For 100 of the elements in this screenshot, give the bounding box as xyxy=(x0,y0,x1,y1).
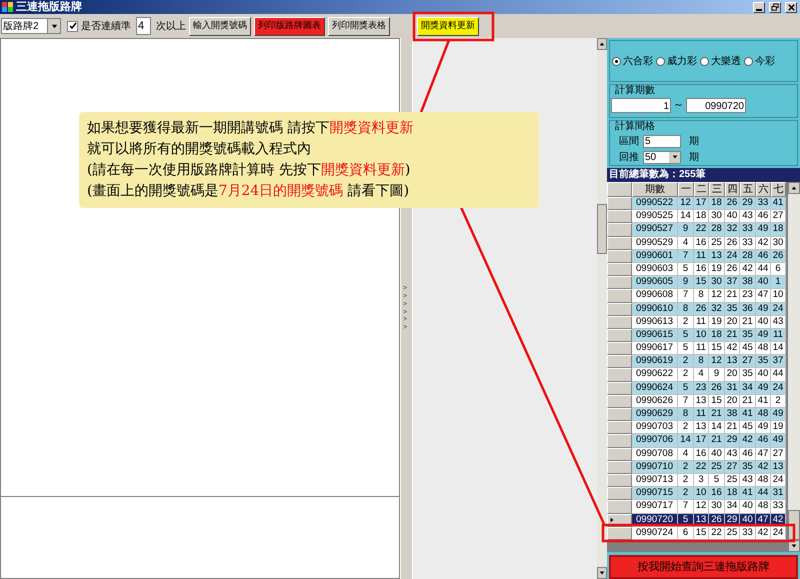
table-cell: 0990525 xyxy=(632,210,678,224)
table-cell: 27 xyxy=(771,448,786,461)
table-cell: 32 xyxy=(725,223,740,237)
table-cell: 24 xyxy=(771,474,786,488)
table-cell: 27 xyxy=(771,210,786,224)
range-separator: ～ xyxy=(673,98,684,113)
table-cell: 5 xyxy=(678,328,694,342)
count-field[interactable]: 4 xyxy=(136,17,151,35)
table-cell: 49 xyxy=(756,421,771,434)
dropdown-button[interactable] xyxy=(47,19,60,33)
field-label: 回推 xyxy=(619,150,639,164)
count-dropdown[interactable]: 50 xyxy=(643,150,681,164)
table-cell: 0990708 xyxy=(632,448,678,461)
table-cell: 44 xyxy=(771,368,786,382)
table-cell: 28 xyxy=(740,250,756,263)
table-cell: 13 xyxy=(694,421,709,434)
table-cell: 11 xyxy=(694,408,709,422)
table-cell: 20 xyxy=(725,316,740,329)
table-cell: 2 xyxy=(678,316,694,329)
table-cell: 31 xyxy=(771,487,786,500)
scroll-up-button[interactable] xyxy=(788,182,800,194)
restore-button[interactable] xyxy=(769,2,781,12)
to-field[interactable]: 0990720 xyxy=(686,98,746,113)
radio-button[interactable] xyxy=(612,56,621,66)
table-cell: 15 xyxy=(709,342,725,356)
table-cell: 49 xyxy=(756,382,771,395)
caret-icon xyxy=(672,154,678,160)
table-cell: 0990610 xyxy=(632,302,678,316)
table-cell: 33 xyxy=(740,223,756,237)
table-cell: 20 xyxy=(725,368,740,382)
table-cell: 22 xyxy=(694,223,709,237)
minimize-button[interactable] xyxy=(753,2,765,12)
table-cell: 3 xyxy=(694,474,709,488)
table-cell: 26 xyxy=(694,302,709,316)
radio-label: 大樂透 xyxy=(711,54,741,68)
table-cell: 4 xyxy=(678,236,694,250)
table-cell: 46 xyxy=(756,250,771,263)
close-icon xyxy=(786,2,796,12)
toolbar-button[interactable]: 輸入開獎號碼 xyxy=(189,16,251,36)
table-cell: 26 xyxy=(771,250,786,263)
row-header xyxy=(607,316,632,329)
table-cell: 0990706 xyxy=(632,434,678,448)
table-cell: 43 xyxy=(740,474,756,488)
query-button[interactable]: 按我開始查詢三連拖版路牌 xyxy=(609,555,798,579)
row-header xyxy=(607,434,632,448)
column-header: 六 xyxy=(756,182,771,197)
table-cell: 14 xyxy=(771,342,786,356)
radio-button[interactable] xyxy=(744,56,753,66)
table-cell: 4 xyxy=(678,448,694,461)
restore-icon xyxy=(770,2,780,12)
table-cell: 42 xyxy=(756,236,771,250)
from-field[interactable]: 1 xyxy=(611,98,671,113)
table-cell: 21 xyxy=(740,316,756,329)
checkbox[interactable] xyxy=(67,20,78,32)
toolbar-button[interactable]: 開獎資料更新 xyxy=(417,16,479,36)
close-button[interactable] xyxy=(785,2,797,12)
table-cell: 6 xyxy=(771,262,786,276)
table-cell: 22 xyxy=(709,526,725,540)
table-cell: 8 xyxy=(694,355,709,368)
column-header: 七 xyxy=(771,182,786,197)
table-cell: 49 xyxy=(771,408,786,422)
row-header xyxy=(607,197,632,210)
scroll-down-button[interactable] xyxy=(597,567,607,579)
interval-field[interactable]: 5 xyxy=(643,134,681,148)
row-header xyxy=(607,210,632,224)
dropdown-button[interactable] xyxy=(669,152,680,162)
radio-button[interactable] xyxy=(656,56,665,66)
table-cell: 49 xyxy=(771,434,786,448)
table-cell: 7 xyxy=(678,500,694,514)
table-cell: 16 xyxy=(694,262,709,276)
row-header xyxy=(607,382,632,395)
table-cell: 21 xyxy=(725,289,740,302)
table-cell: 21 xyxy=(709,408,725,422)
toolbar-button[interactable]: 列印開獎表格 xyxy=(328,16,390,36)
table-cell: 41 xyxy=(756,394,771,408)
row-header xyxy=(607,474,632,488)
table-cell: 0990713 xyxy=(632,474,678,488)
column-header: 三 xyxy=(709,182,725,197)
scroll-thumb[interactable] xyxy=(597,204,607,254)
version-dropdown[interactable]: 版路牌2 xyxy=(1,18,61,34)
table-cell: 1 xyxy=(771,276,786,290)
table-cell: 40 xyxy=(756,276,771,290)
toolbar-button[interactable]: 列印版路牌圖表 xyxy=(254,16,325,36)
row-header xyxy=(607,236,632,250)
table-cell: 2 xyxy=(678,368,694,382)
radio-button[interactable] xyxy=(700,56,709,66)
table-cell: 14 xyxy=(678,434,694,448)
caret-up-icon xyxy=(791,185,797,191)
table-cell: 0990710 xyxy=(632,460,678,474)
column-header: 四 xyxy=(725,182,740,197)
table-cell: 35 xyxy=(740,328,756,342)
row-header xyxy=(607,182,632,197)
table-cell: 47 xyxy=(756,289,771,302)
row-header xyxy=(607,262,632,276)
table-cell: 10 xyxy=(771,289,786,302)
table-cell: 2 xyxy=(678,474,694,488)
scroll-up-button[interactable] xyxy=(597,38,607,50)
table-cell: 22 xyxy=(694,460,709,474)
table-cell: 26 xyxy=(725,262,740,276)
table-cell: 47 xyxy=(756,448,771,461)
